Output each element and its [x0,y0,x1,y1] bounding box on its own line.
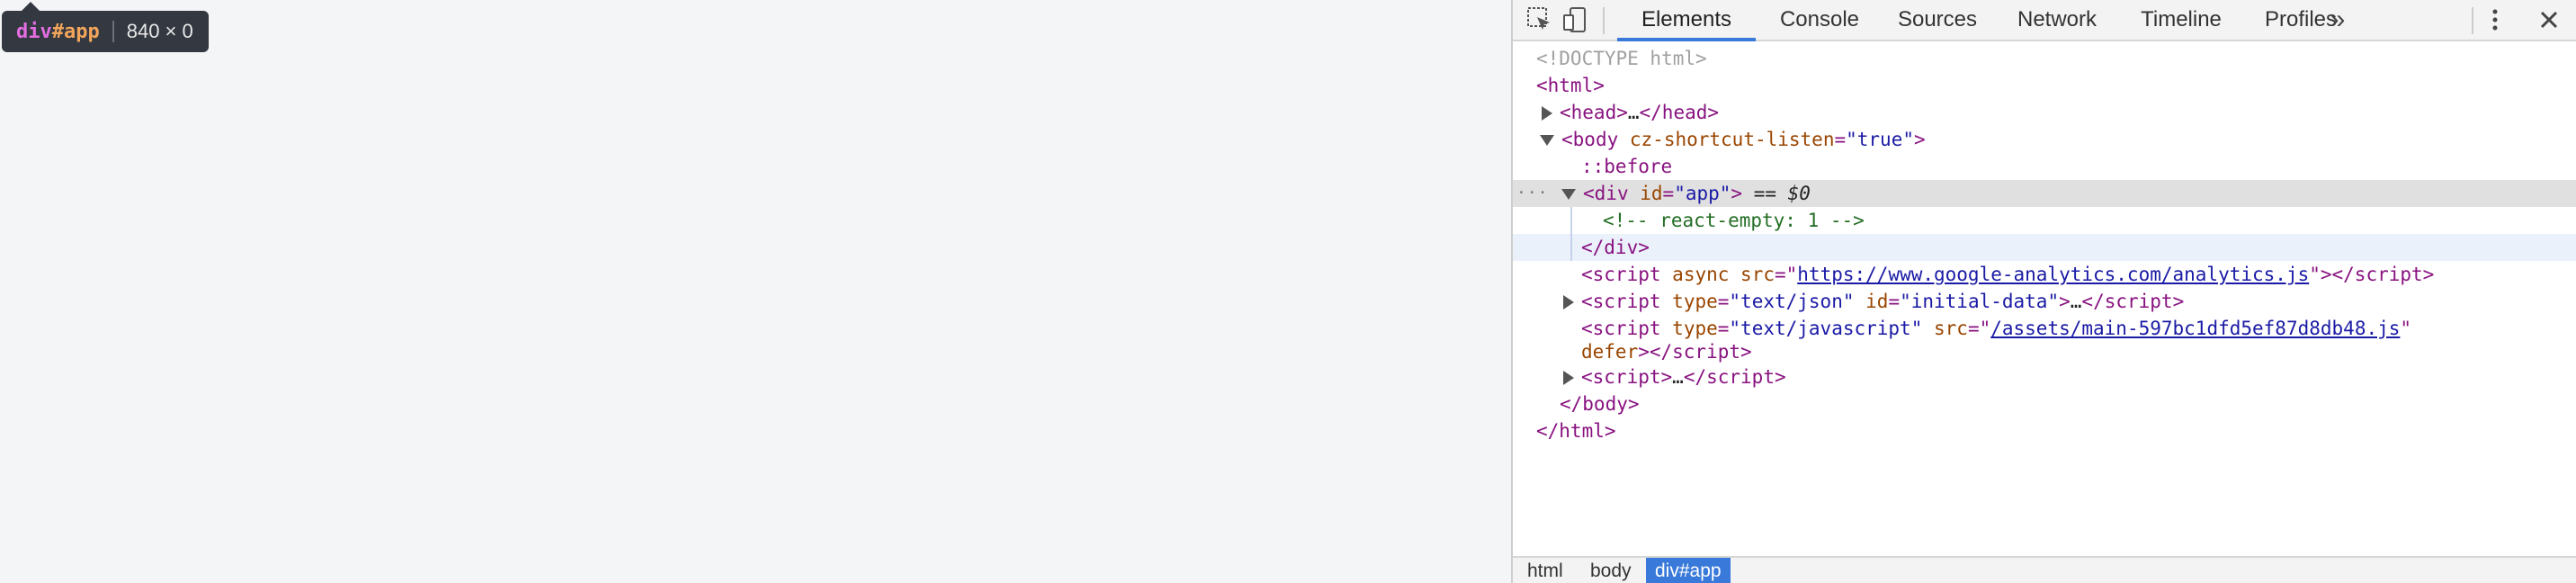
tree-node-script-json[interactable]: <script type="text/json" id="initial-dat… [1513,288,2576,315]
html-open-tag: <html> [1536,75,1605,96]
breadcrumb-div-app[interactable]: div#app [1646,558,1731,583]
html-close-tag: </html> [1536,420,1616,442]
main-script-link[interactable]: /assets/main-597bc1dfd5ef87d8db48.js [1990,318,2400,339]
expand-arrow-icon[interactable] [1542,106,1552,121]
tab-console[interactable]: Console [1763,0,1876,41]
script-id-attr: id [1865,291,1889,312]
before-pseudo-text: ::before [1581,156,1673,177]
tree-node-script-analytics[interactable]: <script async src="https://www.google-an… [1513,261,2576,288]
script-json-ellipsis[interactable]: … [2071,291,2082,312]
body-close-tag: </body> [1560,393,1640,415]
devtools-toolbar: Elements Console Sources Network Timelin… [1513,0,2576,41]
tree-node-div-close[interactable]: </div> [1513,234,2576,261]
dom-tree: <!DOCTYPE html> <html> <head>…</head> <b… [1513,43,2576,552]
node-actions-icon[interactable]: ··· [1516,180,1548,207]
tree-node-script-main-cont[interactable]: defer></script> [1513,338,2576,365]
div-tag-name: div [1594,183,1629,204]
script-id-value: "initial-data" [1900,291,2060,312]
collapse-arrow-icon[interactable] [1540,135,1554,146]
head-open-tag: <head> [1560,102,1628,123]
breadcrumb: html body div#app [1513,556,2576,583]
tree-node-comment[interactable]: <!-- react-empty: 1 --> [1513,207,2576,234]
script-main-type-value: "text/javascript" [1729,318,1923,339]
tab-elements[interactable]: Elements [1617,0,1756,41]
expand-arrow-icon[interactable] [1563,371,1574,385]
close-icon[interactable] [2535,5,2563,34]
breadcrumb-html[interactable]: html [1518,558,1572,583]
script-type-value: "text/json" [1729,291,1855,312]
more-vert-icon[interactable] [2481,5,2509,34]
indent-guide [1570,207,1572,234]
tree-node-html[interactable]: <html> [1513,72,2576,99]
tooltip-divider [112,21,114,42]
collapse-arrow-icon[interactable] [1561,189,1576,200]
tree-node-html-close[interactable]: </html> [1513,417,2576,444]
tab-network[interactable]: Network [1999,0,2115,41]
script-main-src-attr: src [1934,318,1968,339]
devtools-panel: Elements Console Sources Network Timelin… [1511,0,2576,583]
doctype-text: <!DOCTYPE html> [1536,48,1707,69]
toolbar-separator [1603,7,1605,34]
toolbar-separator [2472,7,2473,34]
indent-guide [1570,234,1572,261]
head-close-tag: </head> [1639,102,1720,123]
script-type-attr: type [1672,291,1718,312]
inspect-element-tooltip: div #app 840 × 0 [2,2,209,52]
script-src-attr: src [1740,264,1775,285]
tree-node-div-app[interactable]: ··· <div id="app"> == $0 [1513,180,2576,207]
tooltip-dimensions: 840 × 0 [126,20,193,42]
body-attr-name: cz-shortcut-listen [1629,129,1835,150]
tooltip-id: #app [51,20,100,43]
div-attr-value: "app" [1674,183,1731,204]
body-tag-name: body [1572,129,1619,150]
script-inline-ellipsis[interactable]: … [1672,366,1684,388]
page-viewport: div #app 840 × 0 [0,0,1511,583]
script-main-type-attr: type [1672,318,1718,339]
tree-node-script-inline[interactable]: <script>…</script> [1513,363,2576,390]
body-attr-value: "true" [1846,129,1914,150]
tab-timeline[interactable]: Timeline [2123,0,2240,41]
breadcrumb-body[interactable]: body [1581,558,1641,583]
comment-text: <!-- react-empty: 1 --> [1603,210,1865,231]
more-tabs-icon[interactable]: » [2324,0,2351,41]
script-main-defer-attr: defer [1581,341,1639,363]
div-attr-name: id [1640,183,1663,204]
div-close-tag: </div> [1581,237,1650,258]
tree-node-body[interactable]: <body cz-shortcut-listen="true"> [1513,126,2576,153]
tree-node-body-close[interactable]: </body> [1513,390,2576,417]
script-async-attr: async [1672,264,1730,285]
device-mode-icon[interactable] [1561,5,1590,34]
tree-node-doctype[interactable]: <!DOCTYPE html> [1513,45,2576,72]
inspect-element-icon[interactable] [1525,5,1554,34]
selected-node-marker: == $0 [1753,183,1811,204]
head-ellipsis[interactable]: … [1628,102,1640,123]
tooltip-tag: div [16,20,52,43]
tree-node-before-pseudo[interactable]: ::before [1513,153,2576,180]
analytics-script-link[interactable]: https://www.google-analytics.com/analyti… [1797,264,2309,285]
tab-sources[interactable]: Sources [1883,0,1991,41]
tree-node-head[interactable]: <head>…</head> [1513,99,2576,126]
expand-arrow-icon[interactable] [1563,295,1574,309]
